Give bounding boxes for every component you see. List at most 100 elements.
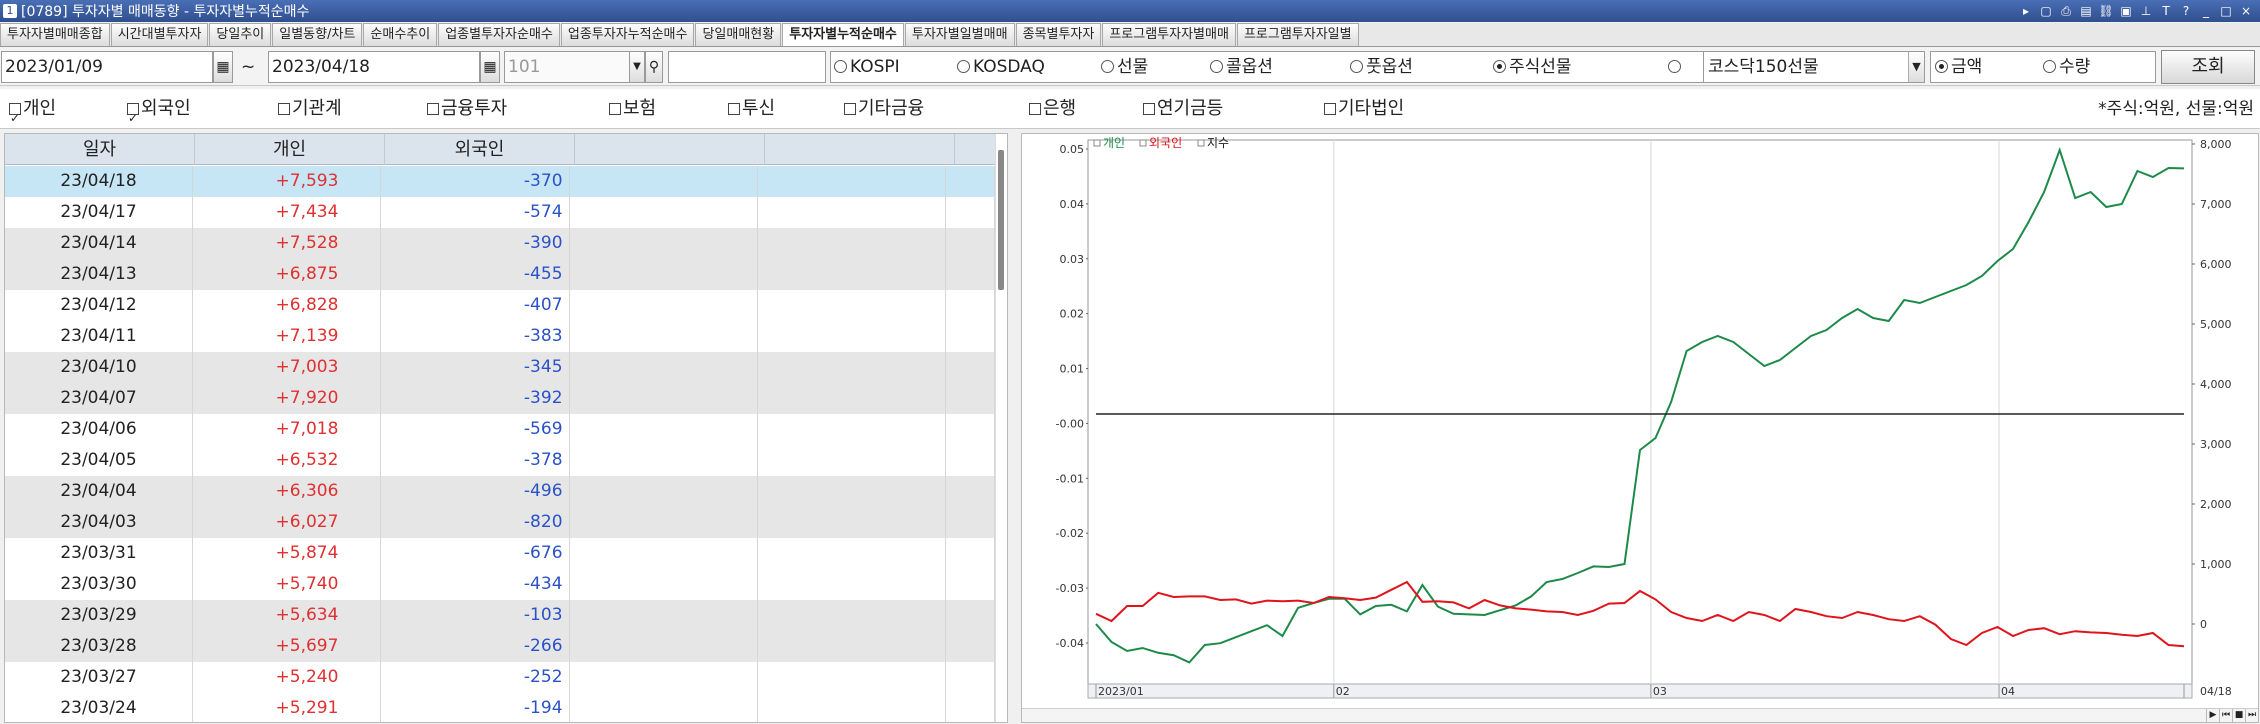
layout-icon[interactable]: ▤	[2078, 4, 2094, 19]
table-row[interactable]: 23/04/14 +7,528 -390	[5, 228, 995, 259]
table-row[interactable]: 23/03/31 +5,874 -676	[5, 538, 995, 569]
chevron-down-icon[interactable]: ▼	[629, 51, 645, 83]
link-icon[interactable]: ⛓	[2098, 4, 2114, 19]
market-radio-5[interactable]: 주식선물	[1493, 51, 1572, 83]
left-tick-label: 0.03	[1060, 253, 1085, 266]
column-header-2[interactable]: 외국인	[385, 134, 575, 165]
end-date-input[interactable]: 2023/04/18	[268, 51, 480, 83]
cell-foreign: -676	[381, 538, 570, 569]
investor-checkbox-7[interactable]: 은행	[1029, 89, 1076, 129]
table-row[interactable]: 23/04/10 +7,003 -345	[5, 352, 995, 383]
column-header-4[interactable]	[765, 134, 955, 165]
cell-date: 23/04/10	[5, 352, 193, 383]
investor-checkbox-0[interactable]: 개인	[9, 89, 56, 138]
tab-5[interactable]: 업종별투자자순매수	[438, 23, 560, 46]
table-row[interactable]: 23/04/04 +6,306 -496	[5, 476, 995, 507]
cumulative-chart: 0.05 0.04 0.03 0.02 0.01 -0.00 -0.01 -0.02 -0.03…	[1021, 133, 2259, 723]
left-tick-label: 0.01	[1060, 363, 1085, 376]
name-display	[668, 51, 826, 83]
tab-11[interactable]: 프로그램투자자별매매	[1102, 23, 1236, 46]
table-row[interactable]: 23/04/05 +6,532 -378	[5, 445, 995, 476]
tab-7[interactable]: 당일매매현황	[695, 23, 782, 46]
table-row[interactable]: 23/04/07 +7,920 -392	[5, 383, 995, 414]
tab-10[interactable]: 종목별투자자	[1015, 23, 1102, 46]
market-radio-4[interactable]: 풋옵션	[1350, 51, 1413, 83]
tab-8[interactable]: 투자자별누적순매수	[782, 23, 904, 46]
cell-empty	[946, 445, 995, 476]
cell-individual: +7,139	[193, 321, 382, 352]
investor-checkbox-6[interactable]: 기타금융	[844, 89, 924, 129]
play-icon[interactable]: ▸	[2018, 4, 2034, 19]
investor-checkbox-label: 투신	[742, 98, 776, 119]
investor-checkbox-3[interactable]: 금융투자	[427, 89, 507, 129]
tab-0[interactable]: 투자자별매매종합	[0, 23, 110, 46]
futures-select[interactable]: 코스닥150선물 ▼	[1703, 51, 1925, 83]
tab-1[interactable]: 시간대별투자자	[110, 23, 209, 46]
tab-12[interactable]: 프로그램투자자일별	[1236, 23, 1359, 46]
scrollbar-thumb[interactable]	[998, 150, 1004, 290]
table-row[interactable]: 23/04/11 +7,139 -383	[5, 321, 995, 352]
cascade-icon[interactable]: ▣	[2118, 4, 2134, 19]
tab-4[interactable]: 순매수추이	[363, 23, 438, 46]
nav-first-icon[interactable]: ⏮	[2219, 709, 2232, 722]
cell-empty	[758, 662, 946, 693]
table-row[interactable]: 23/04/12 +6,828 -407	[5, 290, 995, 321]
market-radio-6[interactable]	[1668, 51, 1684, 83]
tab-2[interactable]: 당일추이	[209, 23, 272, 46]
help-icon[interactable]: ?	[2178, 4, 2194, 19]
table-row[interactable]: 23/03/30 +5,740 -434	[5, 569, 995, 600]
print-icon[interactable]: ⎙	[2058, 4, 2074, 19]
table-row[interactable]: 23/04/18 +7,593 -370	[5, 166, 995, 197]
investor-checkbox-5[interactable]: 투신	[728, 89, 775, 129]
tab-6[interactable]: 업종투자자누적순매수	[560, 23, 695, 46]
table-row[interactable]: 23/03/24 +5,291 -194	[5, 693, 995, 722]
radio-mark	[1668, 60, 1681, 73]
window-icon[interactable]: ▢	[2038, 4, 2054, 19]
query-button[interactable]: 조회	[2161, 50, 2255, 84]
market-radio-1[interactable]: KOSDAQ	[957, 51, 1045, 83]
column-header-0[interactable]: 일자	[5, 134, 195, 165]
nav-last-icon[interactable]: ⏭	[2245, 709, 2258, 722]
maximize-icon[interactable]: □	[2218, 4, 2234, 19]
tab-3[interactable]: 일별동향/차트	[272, 23, 363, 46]
table-row[interactable]: 23/04/17 +7,434 -574	[5, 197, 995, 228]
code-input[interactable]: 101	[504, 51, 632, 83]
market-radio-0[interactable]: KOSPI	[834, 51, 900, 83]
nav-stop-icon[interactable]: ■	[2232, 709, 2245, 722]
radio-mark	[1210, 60, 1223, 73]
right-tick-label: 2,000	[2200, 498, 2232, 511]
cell-empty	[758, 383, 946, 414]
calendar-icon[interactable]: ▦	[213, 51, 233, 83]
unit-radio-1[interactable]: 수량	[2043, 51, 2090, 83]
investor-checkbox-9[interactable]: 기타법인	[1324, 89, 1404, 129]
right-tick-label: 4,000	[2200, 378, 2232, 391]
horizontal-scrollbar[interactable]: ▶ ⏮ ■ ⏭	[1022, 708, 2258, 722]
tab-9[interactable]: 투자자별일별매매	[904, 23, 1015, 46]
search-icon[interactable]: ⚲	[645, 51, 663, 83]
cell-individual: +7,528	[193, 228, 382, 259]
vertical-scrollbar[interactable]	[995, 134, 1007, 722]
table-row[interactable]: 23/03/29 +5,634 -103	[5, 600, 995, 631]
unit-radio-0[interactable]: 금액	[1935, 51, 1982, 83]
investor-checkbox-8[interactable]: 연기금등	[1143, 89, 1223, 129]
investor-checkbox-1[interactable]: 외국인	[127, 89, 191, 138]
column-header-3[interactable]	[575, 134, 765, 165]
market-radio-2[interactable]: 선물	[1101, 51, 1148, 83]
investor-checkbox-4[interactable]: 보험	[609, 89, 656, 129]
table-row[interactable]: 23/03/28 +5,697 -266	[5, 631, 995, 662]
investor-checkbox-2[interactable]: 기관계	[278, 89, 342, 129]
table-row[interactable]: 23/04/06 +7,018 -569	[5, 414, 995, 445]
table-row[interactable]: 23/03/27 +5,240 -252	[5, 662, 995, 693]
calendar-icon[interactable]: ▦	[480, 51, 500, 83]
pin-icon[interactable]: ⊥	[2138, 4, 2154, 19]
column-header-1[interactable]: 개인	[195, 134, 385, 165]
table-row[interactable]: 23/04/03 +6,027 -820	[5, 507, 995, 538]
market-radio-3[interactable]: 콜옵션	[1210, 51, 1273, 83]
cell-empty	[758, 445, 946, 476]
font-icon[interactable]: T	[2158, 4, 2174, 19]
minimize-icon[interactable]: _	[2198, 4, 2214, 19]
close-icon[interactable]: ×	[2238, 4, 2254, 19]
table-row[interactable]: 23/04/13 +6,875 -455	[5, 259, 995, 290]
start-date-input[interactable]: 2023/01/09	[1, 51, 213, 83]
nav-next-icon[interactable]: ▶	[2206, 709, 2219, 722]
